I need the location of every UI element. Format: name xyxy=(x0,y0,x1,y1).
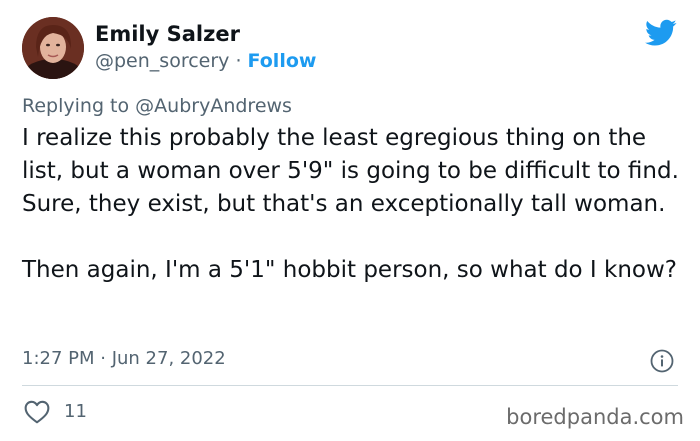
author-handle[interactable]: @pen_sorcery xyxy=(95,50,229,72)
tweet-text: I realize this probably the least egregi… xyxy=(22,122,682,287)
handle-separator: · xyxy=(235,50,242,72)
follow-button[interactable]: Follow xyxy=(248,50,317,72)
heart-icon[interactable] xyxy=(24,400,50,424)
like-count: 11 xyxy=(64,401,87,422)
tweet-timestamp[interactable]: 1:27 PM · Jun 27, 2022 xyxy=(22,348,226,369)
tweet-paragraph-1: I realize this probably the least egregi… xyxy=(22,125,679,217)
reply-prefix: Replying to xyxy=(22,95,130,117)
author-name[interactable]: Emily Salzer xyxy=(95,22,240,46)
reply-mention-link[interactable]: @AubryAndrews xyxy=(135,95,292,117)
source-watermark: boredpanda.com xyxy=(506,405,684,429)
avatar[interactable] xyxy=(22,17,84,79)
author-handle-row: @pen_sorcery · Follow xyxy=(95,50,316,72)
tweet-paragraph-2: Then again, I'm a 5'1" hobbit person, so… xyxy=(22,257,678,283)
info-icon[interactable] xyxy=(650,349,674,373)
divider xyxy=(22,385,678,386)
tweet-card: Emily Salzer @pen_sorcery · Follow Reply… xyxy=(0,0,700,441)
avatar-photo xyxy=(22,17,84,79)
reply-context: Replying to @AubryAndrews xyxy=(22,95,292,117)
twitter-bird-icon[interactable] xyxy=(645,19,677,47)
